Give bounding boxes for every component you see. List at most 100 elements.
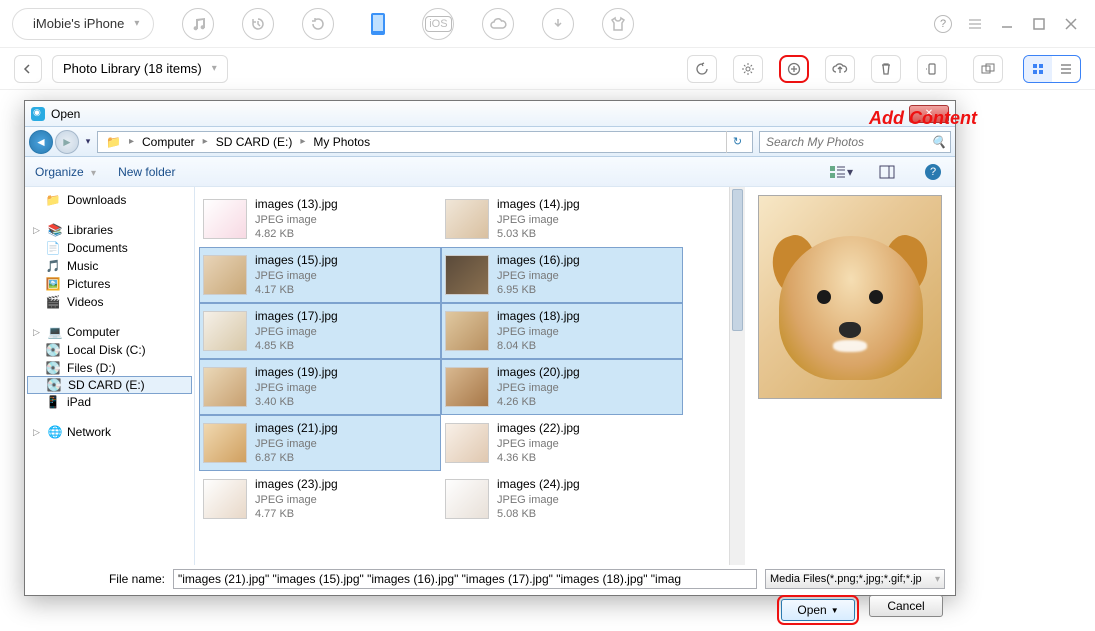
restore-icon[interactable] [302,8,334,40]
file-item[interactable]: images (17).jpg JPEG image 4.85 KB [199,303,441,359]
tshirt-icon[interactable] [602,8,634,40]
open-file-dialog: Open ✕ ◄ ► ▾ 📁 ▸ Computer ▸ SD CARD (E:)… [24,100,956,596]
tree-item-files-d[interactable]: 💽Files (D:) [25,359,194,377]
preview-pane-button[interactable] [875,162,899,182]
tree-item-music[interactable]: 🎵Music [25,257,194,275]
file-name: images (17).jpg [255,309,338,325]
window-mode-button[interactable] [973,55,1003,83]
back-button[interactable] [14,55,42,83]
view-toggle[interactable] [1023,55,1081,83]
nav-history-dropdown[interactable]: ▾ [81,136,95,147]
file-name: images (19).jpg [255,365,338,381]
breadcrumb-segment[interactable]: SD CARD (E:) [212,132,297,152]
tree-item-local-disk[interactable]: 💽Local Disk (C:) [25,341,194,359]
nav-back-button[interactable]: ◄ [29,130,53,154]
dialog-footer: File name: Media Files(*.png;*.jpg;*.gif… [25,565,955,625]
file-size: 5.08 KB [497,507,580,521]
file-item[interactable]: images (24).jpg JPEG image 5.08 KB [441,471,683,527]
file-item[interactable]: images (13).jpg JPEG image 4.82 KB [199,191,441,247]
tree-group-libraries[interactable]: ▷📚Libraries [25,221,194,239]
file-name: images (13).jpg [255,197,338,213]
tree-item-downloads[interactable]: 📁Downloads [25,191,194,209]
file-item[interactable]: images (19).jpg JPEG image 3.40 KB [199,359,441,415]
file-size: 5.03 KB [497,227,580,241]
file-type: JPEG image [497,269,580,283]
preview-pane [745,187,955,565]
search-box[interactable]: 🔍 [759,131,951,153]
breadcrumb-segment[interactable]: My Photos [309,132,374,152]
close-icon[interactable] [1059,12,1083,36]
scrollbar[interactable] [729,187,745,565]
filename-label: File name: [35,572,165,586]
file-thumbnail [203,423,247,463]
download-icon[interactable] [542,8,574,40]
search-icon: 🔍 [931,135,946,149]
file-type: JPEG image [255,213,338,227]
cloud-icon[interactable] [482,8,514,40]
file-name: images (15).jpg [255,253,338,269]
tree-item-pictures[interactable]: 🖼️Pictures [25,275,194,293]
breadcrumb-segment[interactable]: Computer [138,132,199,152]
file-item[interactable]: images (23).jpg JPEG image 4.77 KB [199,471,441,527]
file-type: JPEG image [497,213,580,227]
filename-input[interactable] [173,569,757,589]
file-size: 4.85 KB [255,339,338,353]
chevron-down-icon: ▾ [134,18,139,29]
tree-group-computer[interactable]: ▷💻Computer [25,323,194,341]
view-options-button[interactable]: ▾ [829,162,853,182]
nav-forward-button[interactable]: ► [55,130,79,154]
minimize-icon[interactable] [995,12,1019,36]
file-item[interactable]: images (16).jpg JPEG image 6.95 KB [441,247,683,303]
search-input[interactable] [764,134,931,150]
filetype-select[interactable]: Media Files(*.png;*.jpg;*.gif;*.jp▾ [765,569,945,589]
maximize-icon[interactable] [1027,12,1051,36]
list-view-icon[interactable] [1052,56,1080,82]
file-size: 8.04 KB [497,339,580,353]
dialog-title: Open [51,107,80,121]
file-type: JPEG image [255,437,338,451]
ios-icon[interactable]: iOS [422,8,454,40]
file-item[interactable]: images (18).jpg JPEG image 8.04 KB [441,303,683,359]
menu-icon[interactable] [963,12,987,36]
tree-item-documents[interactable]: 📄Documents [25,239,194,257]
delete-button[interactable] [871,55,901,83]
new-folder-button[interactable]: New folder [118,165,175,179]
grid-view-icon[interactable] [1024,56,1052,82]
top-toolbar: iMobie's iPhone ▾ iOS ? [0,0,1095,48]
add-content-button[interactable] [779,55,809,83]
music-icon[interactable] [182,8,214,40]
tree-group-network[interactable]: ▷🌐Network [25,423,194,441]
file-item[interactable]: images (22).jpg JPEG image 4.36 KB [441,415,683,471]
file-item[interactable]: images (15).jpg JPEG image 4.17 KB [199,247,441,303]
navigation-tree: 📁Downloads ▷📚Libraries 📄Documents 🎵Music… [25,187,195,565]
device-selector[interactable]: iMobie's iPhone ▾ [12,8,154,40]
address-refresh-button[interactable]: ↻ [726,131,748,153]
breadcrumb[interactable]: 📁 ▸ Computer ▸ SD CARD (E:) ▸ My Photos … [97,131,753,153]
tree-item-videos[interactable]: 🎬Videos [25,293,194,311]
tree-item-ipad[interactable]: 📱iPad [25,393,194,411]
file-item[interactable]: images (21).jpg JPEG image 6.87 KB [199,415,441,471]
to-device-button[interactable] [917,55,947,83]
tree-item-sd-card[interactable]: 💽SD CARD (E:) [27,376,192,394]
phone-icon[interactable] [362,8,394,40]
device-label: iMobie's iPhone [33,16,124,31]
help-icon[interactable]: ? [931,12,955,36]
export-cloud-button[interactable] [825,55,855,83]
folder-icon: 📁 [102,132,125,152]
organize-menu[interactable]: Organize ▾ [35,165,96,179]
file-type: JPEG image [255,269,338,283]
library-selector[interactable]: Photo Library (18 items) ▾ [52,55,228,83]
open-button[interactable]: Open ▼ [777,595,859,625]
help-button[interactable]: ? [921,162,945,182]
history-icon[interactable] [242,8,274,40]
file-item[interactable]: images (14).jpg JPEG image 5.03 KB [441,191,683,247]
refresh-button[interactable] [687,55,717,83]
file-size: 6.95 KB [497,283,580,297]
file-thumbnail [203,479,247,519]
cancel-button[interactable]: Cancel [869,595,943,617]
file-thumbnail [445,311,489,351]
settings-button[interactable] [733,55,763,83]
file-type: JPEG image [497,381,580,395]
dialog-titlebar: Open ✕ [25,101,955,127]
file-item[interactable]: images (20).jpg JPEG image 4.26 KB [441,359,683,415]
